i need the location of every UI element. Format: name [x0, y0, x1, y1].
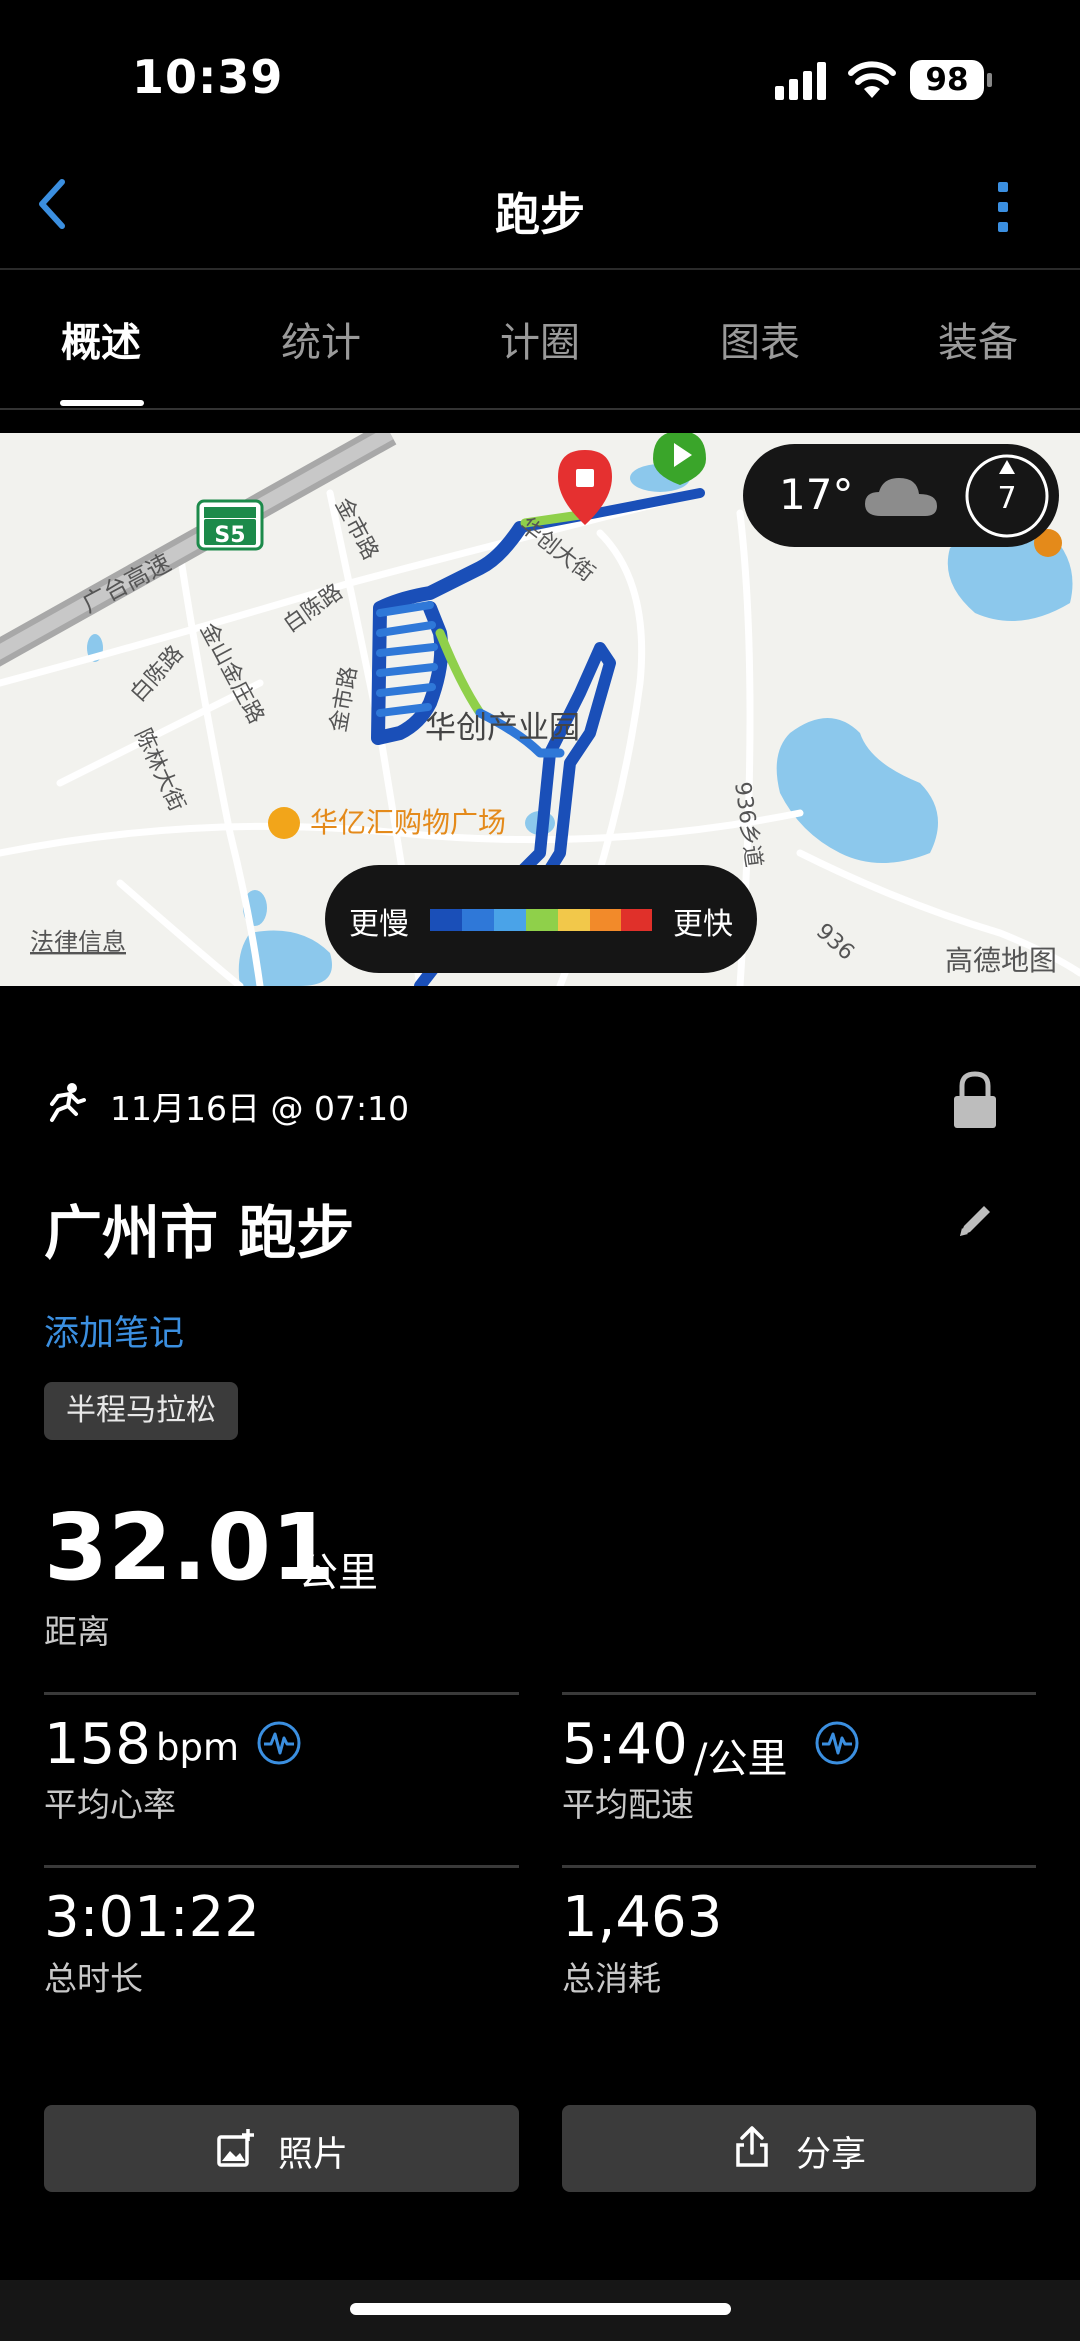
add-photo-icon: [217, 2129, 254, 2167]
distance-unit: 公里: [298, 1550, 378, 1596]
active-tab-indicator: [60, 400, 144, 406]
pace-slow-label: 更慢: [349, 907, 409, 942]
map-label-road: 陈林大街: [130, 725, 190, 815]
map-provider-logo: 高德地图: [945, 944, 1057, 977]
cloud-icon: [865, 478, 937, 516]
map-label-park: 华创产业园: [425, 710, 580, 746]
wind-compass-icon: 7: [965, 454, 1049, 538]
total-calories-label: 总消耗: [562, 1959, 661, 1998]
cellular-signal-icon: [775, 62, 826, 100]
battery-indicator: 98: [910, 60, 984, 100]
stat-divider: [562, 1865, 1036, 1868]
pace-fast-label: 更快: [673, 907, 733, 942]
tab-overview[interactable]: 概述: [21, 310, 181, 368]
activity-wave-icon[interactable]: [256, 1720, 302, 1766]
pace-gradient-bar: [430, 909, 652, 931]
activity-title: 广州市 跑步: [44, 1199, 355, 1267]
distance-value: 32.01: [44, 1494, 336, 1601]
activity-tag: 半程马拉松: [44, 1382, 238, 1440]
photos-button[interactable]: 照片: [44, 2105, 519, 2192]
wifi-icon: [848, 61, 896, 98]
map-label-road: 936: [811, 919, 859, 966]
avg-heart-rate-unit: bpm: [156, 1726, 240, 1769]
highway-shield-label: S5: [214, 523, 245, 548]
more-vertical-icon[interactable]: [994, 180, 1014, 236]
avg-pace-value: 5:40: [562, 1712, 688, 1777]
tab-laps[interactable]: 计圈: [460, 310, 620, 368]
total-calories-value: 1,463: [562, 1885, 723, 1950]
tab-stats[interactable]: 统计: [241, 310, 401, 368]
weather-temperature: 17°: [779, 470, 854, 519]
status-time: 10:39: [132, 50, 284, 104]
avg-pace-label: 平均配速: [562, 1785, 694, 1824]
edit-pencil-icon[interactable]: [956, 1200, 996, 1240]
battery-cap: [987, 73, 992, 87]
total-time-label: 总时长: [44, 1959, 143, 1998]
map-label-road: 白陈路: [279, 580, 347, 638]
shopping-icon: [268, 807, 300, 839]
running-icon: [50, 1083, 86, 1122]
activity-wave-icon[interactable]: [814, 1720, 860, 1766]
activity-date: 11月16日 @ 07:10: [110, 1089, 410, 1128]
home-indicator[interactable]: [350, 2303, 731, 2315]
photos-button-label: 照片: [278, 2135, 349, 2175]
distance-label: 距离: [44, 1612, 110, 1651]
map-label-road: 白陈路: [126, 641, 189, 707]
stat-divider: [44, 1865, 519, 1868]
add-note-link[interactable]: 添加笔记: [44, 1305, 184, 1356]
share-button[interactable]: 分享: [562, 2105, 1036, 2192]
total-time-value: 3:01:22: [44, 1885, 260, 1950]
map-legal-link[interactable]: 法律信息: [30, 928, 126, 956]
page-title: 跑步: [494, 188, 585, 241]
stat-divider: [562, 1692, 1036, 1695]
pace-legend: 更慢 更快: [325, 865, 757, 973]
lock-icon[interactable]: [952, 1070, 998, 1130]
tab-gear[interactable]: 装备: [898, 310, 1058, 368]
share-button-label: 分享: [796, 2135, 867, 2175]
tab-charts[interactable]: 图表: [680, 310, 840, 368]
avg-heart-rate-label: 平均心率: [44, 1785, 176, 1824]
avg-heart-rate-value: 158: [44, 1712, 151, 1777]
tabs-divider: [0, 408, 1080, 410]
stat-divider: [44, 1692, 519, 1695]
map-label-mall: 华亿汇购物广场: [310, 806, 506, 839]
weather-pill: 17° 7: [743, 444, 1059, 547]
map-label-highway: 广台高速: [78, 549, 176, 619]
wind-speed: 7: [997, 481, 1016, 516]
share-icon: [736, 2126, 768, 2167]
avg-pace-unit: /公里: [694, 1736, 788, 1782]
map-label-road: 金市路: [326, 665, 362, 734]
nav-divider: [0, 268, 1080, 270]
